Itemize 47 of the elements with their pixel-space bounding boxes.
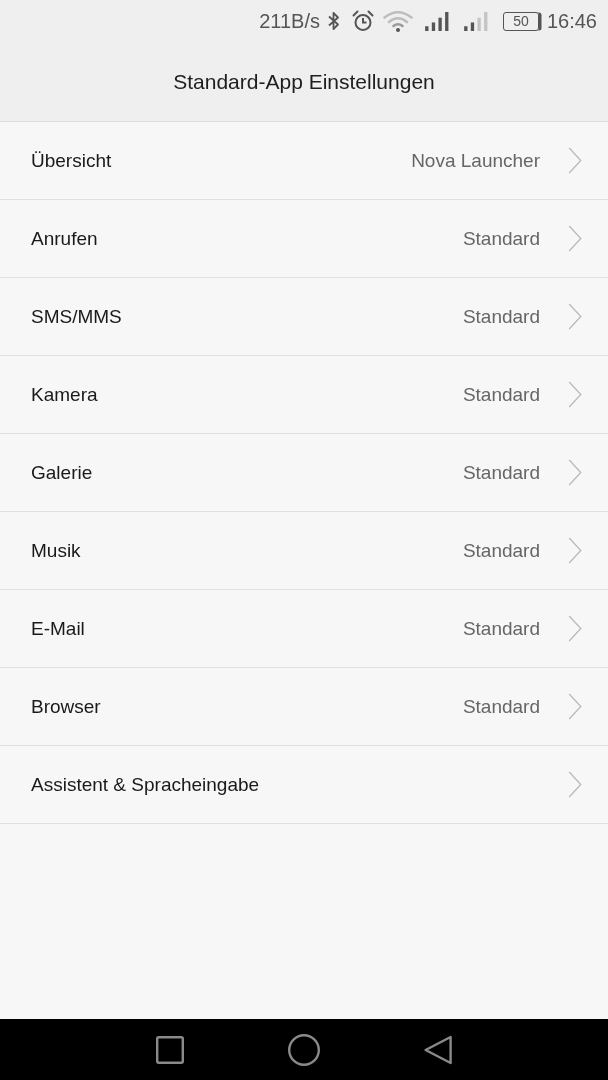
network-speed: 211B/s — [259, 9, 320, 33]
settings-list-item[interactable]: Assistent & Spracheingabe — [0, 746, 608, 824]
page-title: Standard-App Einstellungen — [173, 69, 435, 94]
item-label: Übersicht — [31, 149, 112, 172]
item-label: Musik — [31, 539, 81, 562]
wifi-icon — [382, 10, 413, 32]
settings-list-item[interactable]: Anrufen Standard — [0, 200, 608, 278]
settings-list-item[interactable]: Musik Standard — [0, 512, 608, 590]
chevron-right-icon — [568, 693, 582, 720]
chevron-right-icon — [568, 615, 582, 642]
item-value: Standard — [462, 383, 540, 406]
item-label: Kamera — [31, 383, 98, 406]
square-icon — [156, 1035, 184, 1064]
chevron-right-icon — [568, 147, 582, 174]
item-value: Standard — [462, 227, 540, 250]
item-value: Nova Launcher — [411, 149, 540, 172]
item-value: Standard — [462, 539, 540, 562]
settings-list-item[interactable]: SMS/MMS Standard — [0, 278, 608, 356]
settings-list-item[interactable]: Browser Standard — [0, 668, 608, 746]
chevron-right-icon — [568, 537, 582, 564]
item-value: Standard — [462, 617, 540, 640]
clock-time: 16:46 — [546, 9, 597, 33]
settings-list-item[interactable]: Galerie Standard — [0, 434, 608, 512]
settings-list-item[interactable]: Übersicht Nova Launcher — [0, 122, 608, 200]
item-label: SMS/MMS — [31, 305, 122, 328]
chevron-right-icon — [568, 459, 582, 486]
item-label: Assistent & Spracheingabe — [31, 773, 260, 796]
back-triangle-icon — [424, 1034, 452, 1065]
alarm-clock-icon — [351, 10, 374, 32]
signal-icon — [463, 11, 489, 31]
item-label: Anrufen — [31, 227, 98, 250]
chevron-right-icon — [568, 303, 582, 330]
bluetooth-icon — [327, 11, 340, 31]
item-label: Browser — [31, 695, 101, 718]
item-value: Standard — [462, 305, 540, 328]
circle-icon — [288, 1033, 320, 1066]
settings-list-item[interactable]: Kamera Standard — [0, 356, 608, 434]
signal-icon — [424, 11, 450, 31]
item-label: E-Mail — [31, 617, 85, 640]
chevron-right-icon — [568, 225, 582, 252]
item-value: Standard — [462, 461, 540, 484]
item-value: Standard — [462, 695, 540, 718]
item-label: Galerie — [31, 461, 93, 484]
battery-indicator: 50 — [502, 11, 539, 31]
settings-list-item[interactable]: E-Mail Standard — [0, 590, 608, 668]
chevron-right-icon — [568, 381, 582, 408]
chevron-right-icon — [568, 771, 582, 798]
